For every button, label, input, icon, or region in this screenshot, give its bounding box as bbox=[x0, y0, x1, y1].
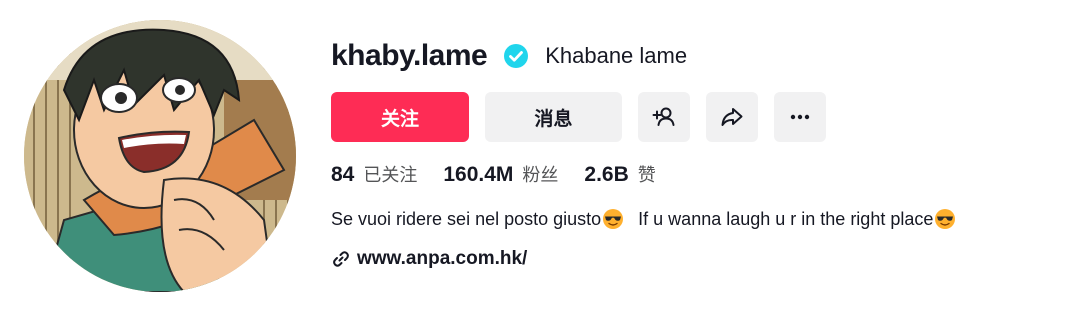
avatar-illustration bbox=[24, 20, 296, 292]
add-user-icon bbox=[651, 104, 677, 130]
username: khaby.lame bbox=[331, 39, 488, 72]
sunglasses-emoji-icon bbox=[602, 208, 624, 230]
sunglasses-emoji-icon bbox=[934, 208, 956, 230]
profile-info: khaby.lame Khabane lame 关注 消息 84 已关注 160… bbox=[331, 36, 1071, 272]
followers-count[interactable]: 160.4M bbox=[443, 163, 513, 187]
name-row: khaby.lame Khabane lame bbox=[331, 36, 1071, 76]
link-icon bbox=[331, 249, 351, 269]
message-button[interactable]: 消息 bbox=[485, 92, 622, 142]
bio-text-english: If u wanna laugh u r in the right place bbox=[638, 208, 934, 229]
bio-text-italian: Se vuoi ridere sei nel posto giusto bbox=[331, 208, 602, 229]
profile-link[interactable]: www.anpa.com.hk/ bbox=[331, 246, 1071, 272]
action-buttons: 关注 消息 bbox=[331, 92, 1071, 142]
profile-avatar[interactable] bbox=[24, 20, 296, 292]
profile-stats: 84 已关注 160.4M 粉丝 2.6B 赞 bbox=[331, 161, 1071, 189]
nickname: Khabane lame bbox=[545, 43, 688, 68]
following-label[interactable]: 已关注 bbox=[363, 161, 417, 187]
share-button[interactable] bbox=[706, 92, 758, 142]
link-url[interactable]: www.anpa.com.hk/ bbox=[357, 248, 527, 270]
follow-button[interactable]: 关注 bbox=[331, 92, 469, 142]
likes-count: 2.6B bbox=[584, 163, 629, 186]
more-dots-icon bbox=[787, 104, 813, 130]
verified-badge-icon bbox=[503, 43, 529, 69]
share-arrow-icon bbox=[719, 104, 745, 130]
following-count[interactable]: 84 bbox=[331, 163, 354, 187]
likes-label: 赞 bbox=[637, 165, 656, 185]
followers-label[interactable]: 粉丝 bbox=[522, 161, 558, 187]
more-button[interactable] bbox=[774, 92, 826, 142]
add-friend-button[interactable] bbox=[638, 92, 690, 142]
bio: Se vuoi ridere sei nel posto giusto If u… bbox=[331, 206, 1071, 232]
